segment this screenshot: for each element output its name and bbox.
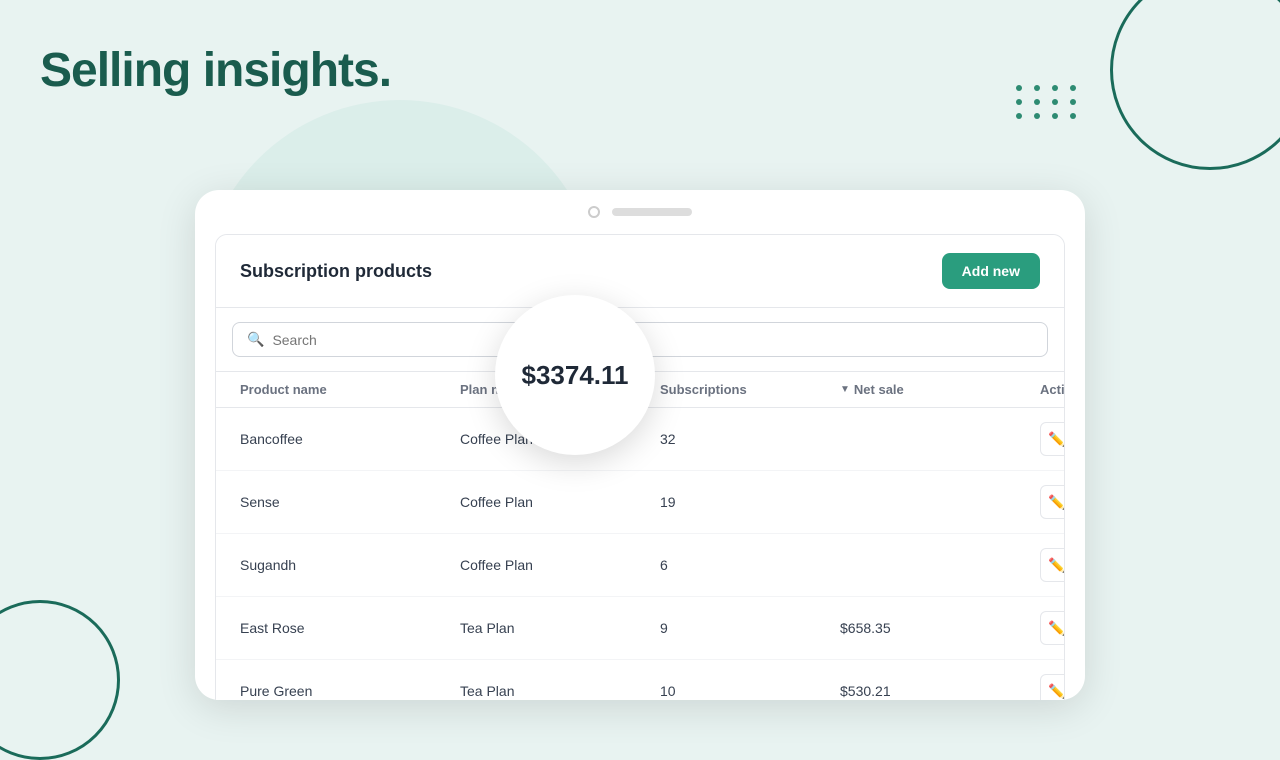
cell-net-sale: $530.21 [840,683,1040,699]
cell-actions: ✏️ 👁️ 🗑️ [1040,548,1065,582]
cell-product-name: East Rose [240,620,460,636]
table-row: East Rose Tea Plan 9 $658.35 ✏️ 👁️ 🗑️ [216,597,1064,660]
cell-product-name: Pure Green [240,683,460,699]
edit-button[interactable]: ✏️ [1040,674,1065,700]
col-actions: Actions [1040,382,1065,397]
cell-actions: ✏️ 👁️ 🗑️ [1040,611,1065,645]
table-row: Pure Green Tea Plan 10 $530.21 ✏️ 👁️ 🗑️ [216,660,1064,700]
cell-actions: ✏️ 👁️ 🗑️ [1040,485,1065,519]
cell-plan-name: Tea Plan [460,620,660,636]
search-icon: 🔍 [247,331,264,348]
cell-product-name: Sugandh [240,557,460,573]
tablet-home-bar [612,208,692,216]
subscription-panel: Subscription products Add new 🔍 Product … [215,234,1065,700]
cell-subscriptions: 9 [660,620,840,636]
cell-subscriptions: 32 [660,431,840,447]
edit-button[interactable]: ✏️ [1040,611,1065,645]
col-subscriptions: Subscriptions [660,382,840,397]
edit-button[interactable]: ✏️ [1040,485,1065,519]
cell-product-name: Bancoffee [240,431,460,447]
edit-button[interactable]: ✏️ [1040,548,1065,582]
cell-subscriptions: 19 [660,494,840,510]
cell-subscriptions: 10 [660,683,840,699]
bg-circle-top-right [1110,0,1280,170]
cell-actions: ✏️ 👁️ 🗑️ [1040,422,1065,456]
tablet-camera [588,206,600,218]
col-net-sale: ▼ Net sale [840,382,1040,397]
cell-net-sale: $658.35 [840,620,1040,636]
bg-circle-bottom-left [0,600,120,760]
cell-actions: ✏️ 👁️ 🗑️ [1040,674,1065,700]
cell-plan-name: Coffee Plan [460,494,660,510]
cell-plan-name: Coffee Plan [460,557,660,573]
cell-product-name: Sense [240,494,460,510]
col-product-name: Product name [240,382,460,397]
search-input[interactable] [272,332,1033,348]
net-sale-tooltip: $3374.11 [495,295,655,455]
tablet-frame: Subscription products Add new 🔍 Product … [195,190,1085,700]
add-new-button[interactable]: Add new [942,253,1040,289]
cell-subscriptions: 6 [660,557,840,573]
cell-plan-name: Tea Plan [460,683,660,699]
tooltip-value: $3374.11 [521,360,628,391]
dots-decoration [1016,85,1080,119]
table-row: Sugandh Coffee Plan 6 ✏️ 👁️ 🗑️ [216,534,1064,597]
table-row: Sense Coffee Plan 19 ✏️ 👁️ 🗑️ [216,471,1064,534]
sort-arrow-icon: ▼ [840,384,850,395]
tablet-top-bar [195,190,1085,234]
edit-button[interactable]: ✏️ [1040,422,1065,456]
page-title: Selling insights. [40,43,391,98]
panel-header: Subscription products Add new [216,235,1064,308]
panel-title: Subscription products [240,261,432,282]
